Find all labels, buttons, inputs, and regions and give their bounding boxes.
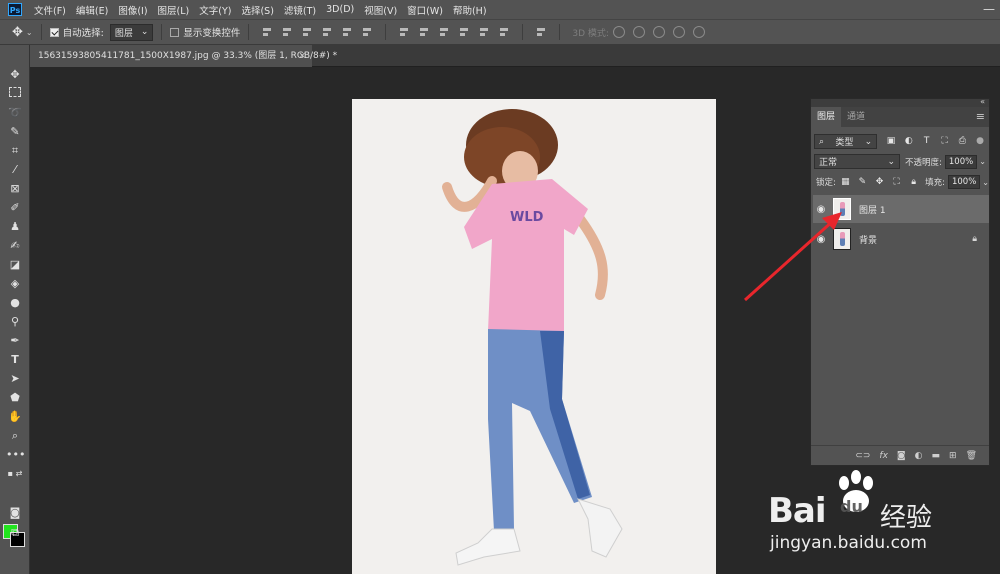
- watermark-url: jingyan.baidu.com: [770, 533, 927, 553]
- baidu-watermark: Bai du 经验 jingyan.baidu.com: [768, 467, 968, 557]
- watermark-brand-du: du: [840, 497, 863, 516]
- watermark-brand: Bai: [768, 491, 827, 531]
- watermark-suffix: 经验: [880, 503, 933, 533]
